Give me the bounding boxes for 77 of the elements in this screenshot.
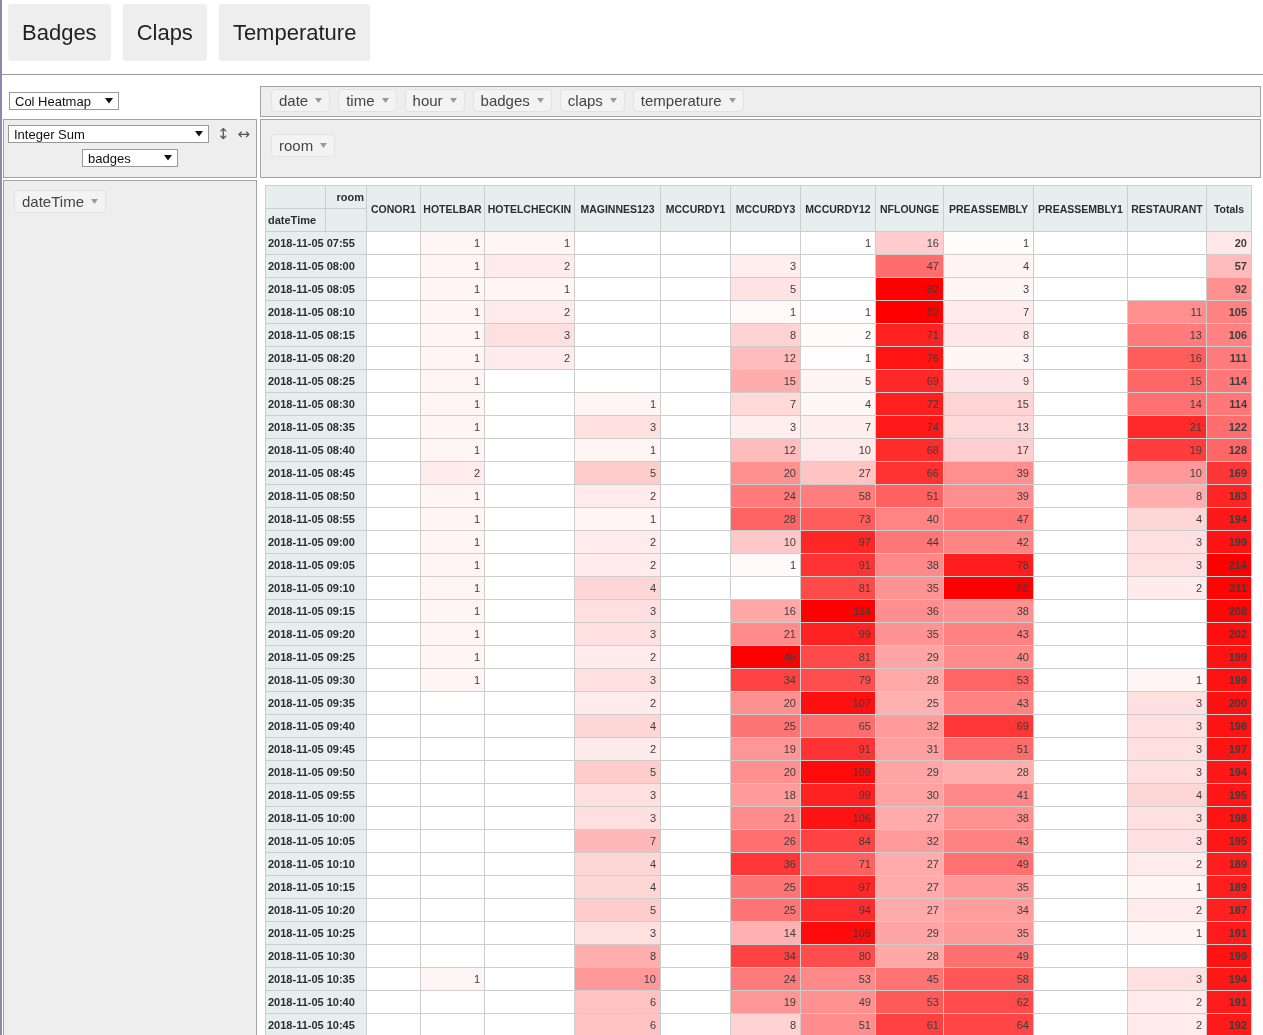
row-header: 2018-11-05 08:25: [265, 369, 367, 393]
row-header: 2018-11-05 08:45: [265, 461, 367, 485]
row-header: 2018-11-05 08:15: [265, 323, 367, 347]
row-header: 2018-11-05 08:30: [265, 392, 367, 416]
caret-icon: [381, 98, 389, 103]
column-header: MAGINNES123: [574, 185, 661, 232]
column-header: PREASSEMBLY: [943, 185, 1034, 232]
row-header: 2018-11-05 10:35: [265, 967, 367, 991]
column-header: MCCURDY1: [660, 185, 731, 232]
row-header: 2018-11-05 10:45: [265, 1013, 367, 1035]
renderer-select[interactable]: Col Heatmap: [9, 92, 119, 110]
row-header: 2018-11-05 09:35: [265, 691, 367, 715]
row-header: 2018-11-05 09:10: [265, 576, 367, 600]
row-header: 2018-11-05 08:10: [265, 300, 367, 324]
row-header: 2018-11-05 09:55: [265, 783, 367, 807]
row-header: 2018-11-05 08:35: [265, 415, 367, 439]
tab-button[interactable]: Claps: [122, 4, 207, 61]
column-header: PREASSEMBLY1: [1033, 185, 1128, 232]
row-header: 2018-11-05 09:05: [265, 553, 367, 577]
column-header: HOTELBAR: [420, 185, 485, 232]
tab-button[interactable]: Badges: [8, 4, 111, 61]
row-header: 2018-11-05 10:05: [265, 829, 367, 853]
caret-icon: [91, 199, 98, 204]
row-header: 2018-11-05 09:45: [265, 737, 367, 761]
value-select[interactable]: badges: [82, 149, 178, 167]
attribute-pill[interactable]: badges: [472, 89, 552, 112]
attribute-pill[interactable]: date: [271, 89, 331, 112]
caret-icon: [195, 131, 203, 137]
caret-icon: [449, 98, 457, 103]
row-header: 2018-11-05 09:50: [265, 760, 367, 784]
caret-icon: [320, 143, 328, 148]
column-header: RESTAURANT: [1127, 185, 1207, 232]
column-header: NFLOUNGE: [875, 185, 944, 232]
column-header: MCCURDY3: [730, 185, 801, 232]
column-attribute-label: room: [325, 185, 367, 209]
row-header: 2018-11-05 08:55: [265, 507, 367, 531]
row-header: 2018-11-05 08:50: [265, 484, 367, 508]
aggregator-select[interactable]: Integer Sum: [8, 125, 209, 143]
corner-cell: [265, 185, 326, 209]
tab-button[interactable]: Temperature: [218, 4, 371, 61]
attribute-pill[interactable]: room: [271, 134, 336, 157]
row-order-button[interactable]: ↕: [217, 126, 230, 142]
caret-icon: [105, 98, 113, 104]
attribute-pill[interactable]: hour: [404, 89, 465, 112]
row-header: 2018-11-05 10:15: [265, 875, 367, 899]
row-header: 2018-11-05 10:20: [265, 898, 367, 922]
row-header: 2018-11-05 10:10: [265, 852, 367, 876]
row-header: 2018-11-05 10:30: [265, 944, 367, 968]
caret-icon: [536, 98, 544, 103]
col-order-button[interactable]: ↔: [237, 126, 251, 142]
column-header: CONOR1: [366, 185, 421, 232]
row-header: 2018-11-05 09:40: [265, 714, 367, 738]
row-header: 2018-11-05 08:00: [265, 254, 367, 278]
row-header: 2018-11-05 09:30: [265, 668, 367, 692]
column-header: MCCURDY12: [800, 185, 876, 232]
row-attribute-label: dateTime: [265, 208, 326, 232]
caret-icon: [315, 98, 323, 103]
row-header: 2018-11-05 08:40: [265, 438, 367, 462]
attribute-pill[interactable]: dateTime: [14, 190, 106, 213]
caret-icon: [728, 98, 736, 103]
row-header: 2018-11-05 07:55: [265, 231, 367, 255]
row-header: 2018-11-05 08:05: [265, 277, 367, 301]
row-header: 2018-11-05 08:20: [265, 346, 367, 370]
caret-icon: [609, 98, 617, 103]
row-header: 2018-11-05 09:20: [265, 622, 367, 646]
totals-header: Totals: [1206, 185, 1252, 232]
attribute-pill[interactable]: temperature: [632, 89, 744, 112]
column-header: HOTELCHECKIN: [484, 185, 575, 232]
row-header: 2018-11-05 09:25: [265, 645, 367, 669]
row-header: 2018-11-05 09:00: [265, 530, 367, 554]
attribute-pill[interactable]: claps: [559, 89, 625, 112]
row-header: 2018-11-05 10:25: [265, 921, 367, 945]
caret-icon: [164, 155, 172, 161]
attribute-pill[interactable]: time: [338, 89, 397, 112]
row-header: 2018-11-05 10:00: [265, 806, 367, 830]
row-header: 2018-11-05 09:15: [265, 599, 367, 623]
row-header: 2018-11-05 10:40: [265, 990, 367, 1014]
